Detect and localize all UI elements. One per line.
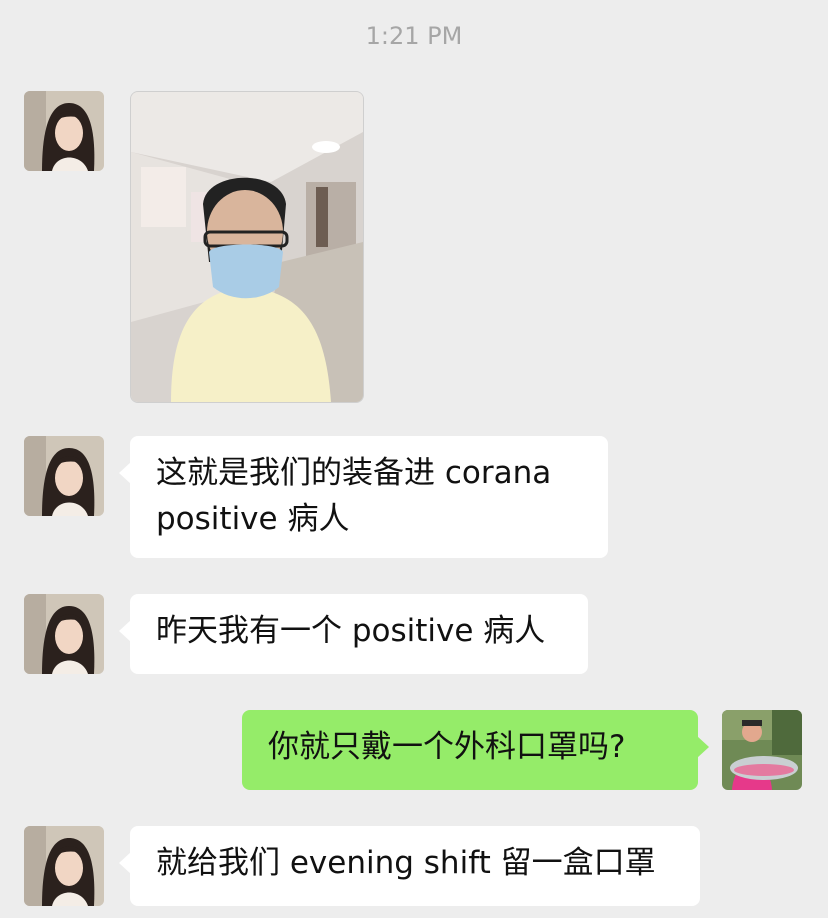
photo-message[interactable] (130, 91, 364, 403)
contact-avatar[interactable] (24, 436, 104, 516)
incoming-message-bubble[interactable]: 这就是我们的装备进 corana positive 病人 (119, 436, 608, 558)
incoming-message-bubble[interactable]: 昨天我有一个 positive 病人 (119, 594, 588, 674)
contact-avatar[interactable] (24, 594, 104, 674)
woman-portrait-icon (24, 826, 104, 906)
contact-avatar[interactable] (24, 826, 104, 906)
chat-timestamp: 1:21 PM (365, 22, 463, 50)
message-text: 你就只戴一个外科口罩吗? (268, 729, 626, 765)
selfie-in-protective-gear-photo (131, 92, 363, 402)
incoming-message-bubble[interactable]: 就给我们 evening shift 留一盒口罩 (119, 826, 700, 906)
woman-portrait-icon (24, 594, 104, 674)
woman-portrait-icon (24, 436, 104, 516)
contact-avatar[interactable] (24, 91, 104, 171)
man-with-fish-icon (722, 710, 802, 790)
message-text: 就给我们 evening shift 留一盒口罩 (156, 845, 656, 881)
woman-portrait-icon (24, 91, 104, 171)
message-text: 这就是我们的装备进 corana positive 病人 (156, 455, 552, 537)
self-avatar[interactable] (722, 710, 802, 790)
message-text: 昨天我有一个 positive 病人 (156, 613, 546, 649)
outgoing-message-bubble[interactable]: 你就只戴一个外科口罩吗? (242, 710, 709, 790)
